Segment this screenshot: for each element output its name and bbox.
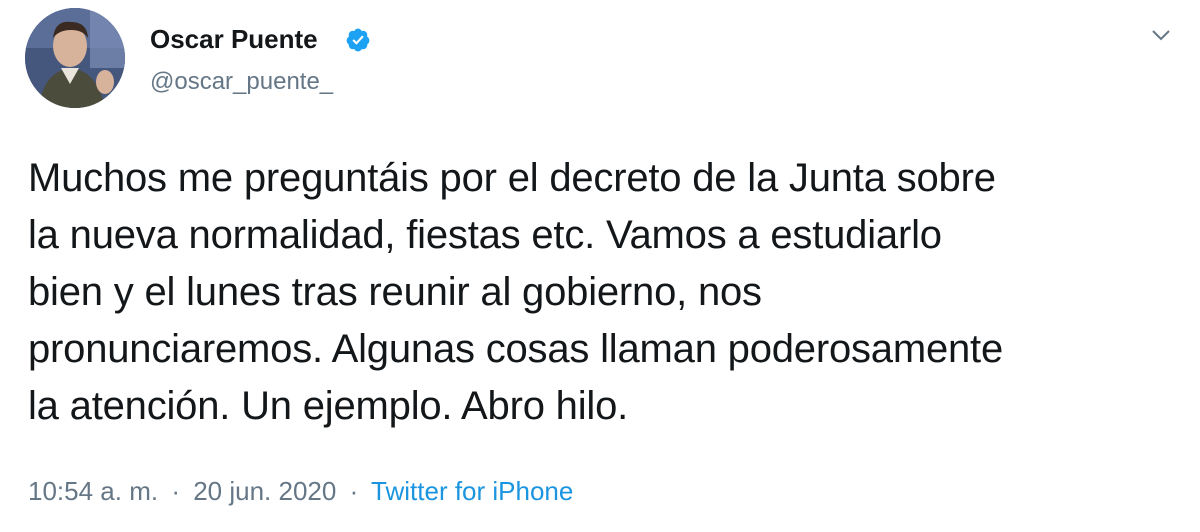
tweet-time[interactable]: 10:54 a. m. — [28, 476, 158, 506]
profile-photo-icon — [25, 8, 125, 108]
chevron-down-icon[interactable] — [1148, 24, 1174, 46]
author-handle[interactable]: @oscar_puente_ — [150, 68, 333, 96]
tweet-source-link[interactable]: Twitter for iPhone — [371, 476, 573, 506]
meta-separator: · — [349, 476, 359, 506]
verified-badge-icon — [346, 28, 370, 52]
tweet-text: Muchos me preguntáis por el decreto de l… — [28, 156, 1004, 428]
tweet-metadata: 10:54 a. m. · 20 jun. 2020 · Twitter for… — [28, 476, 573, 507]
meta-separator: · — [171, 476, 180, 506]
avatar[interactable] — [25, 8, 125, 108]
tweet-date[interactable]: 20 jun. 2020 — [193, 476, 336, 506]
author-display-name[interactable]: Oscar Puente — [150, 24, 318, 55]
